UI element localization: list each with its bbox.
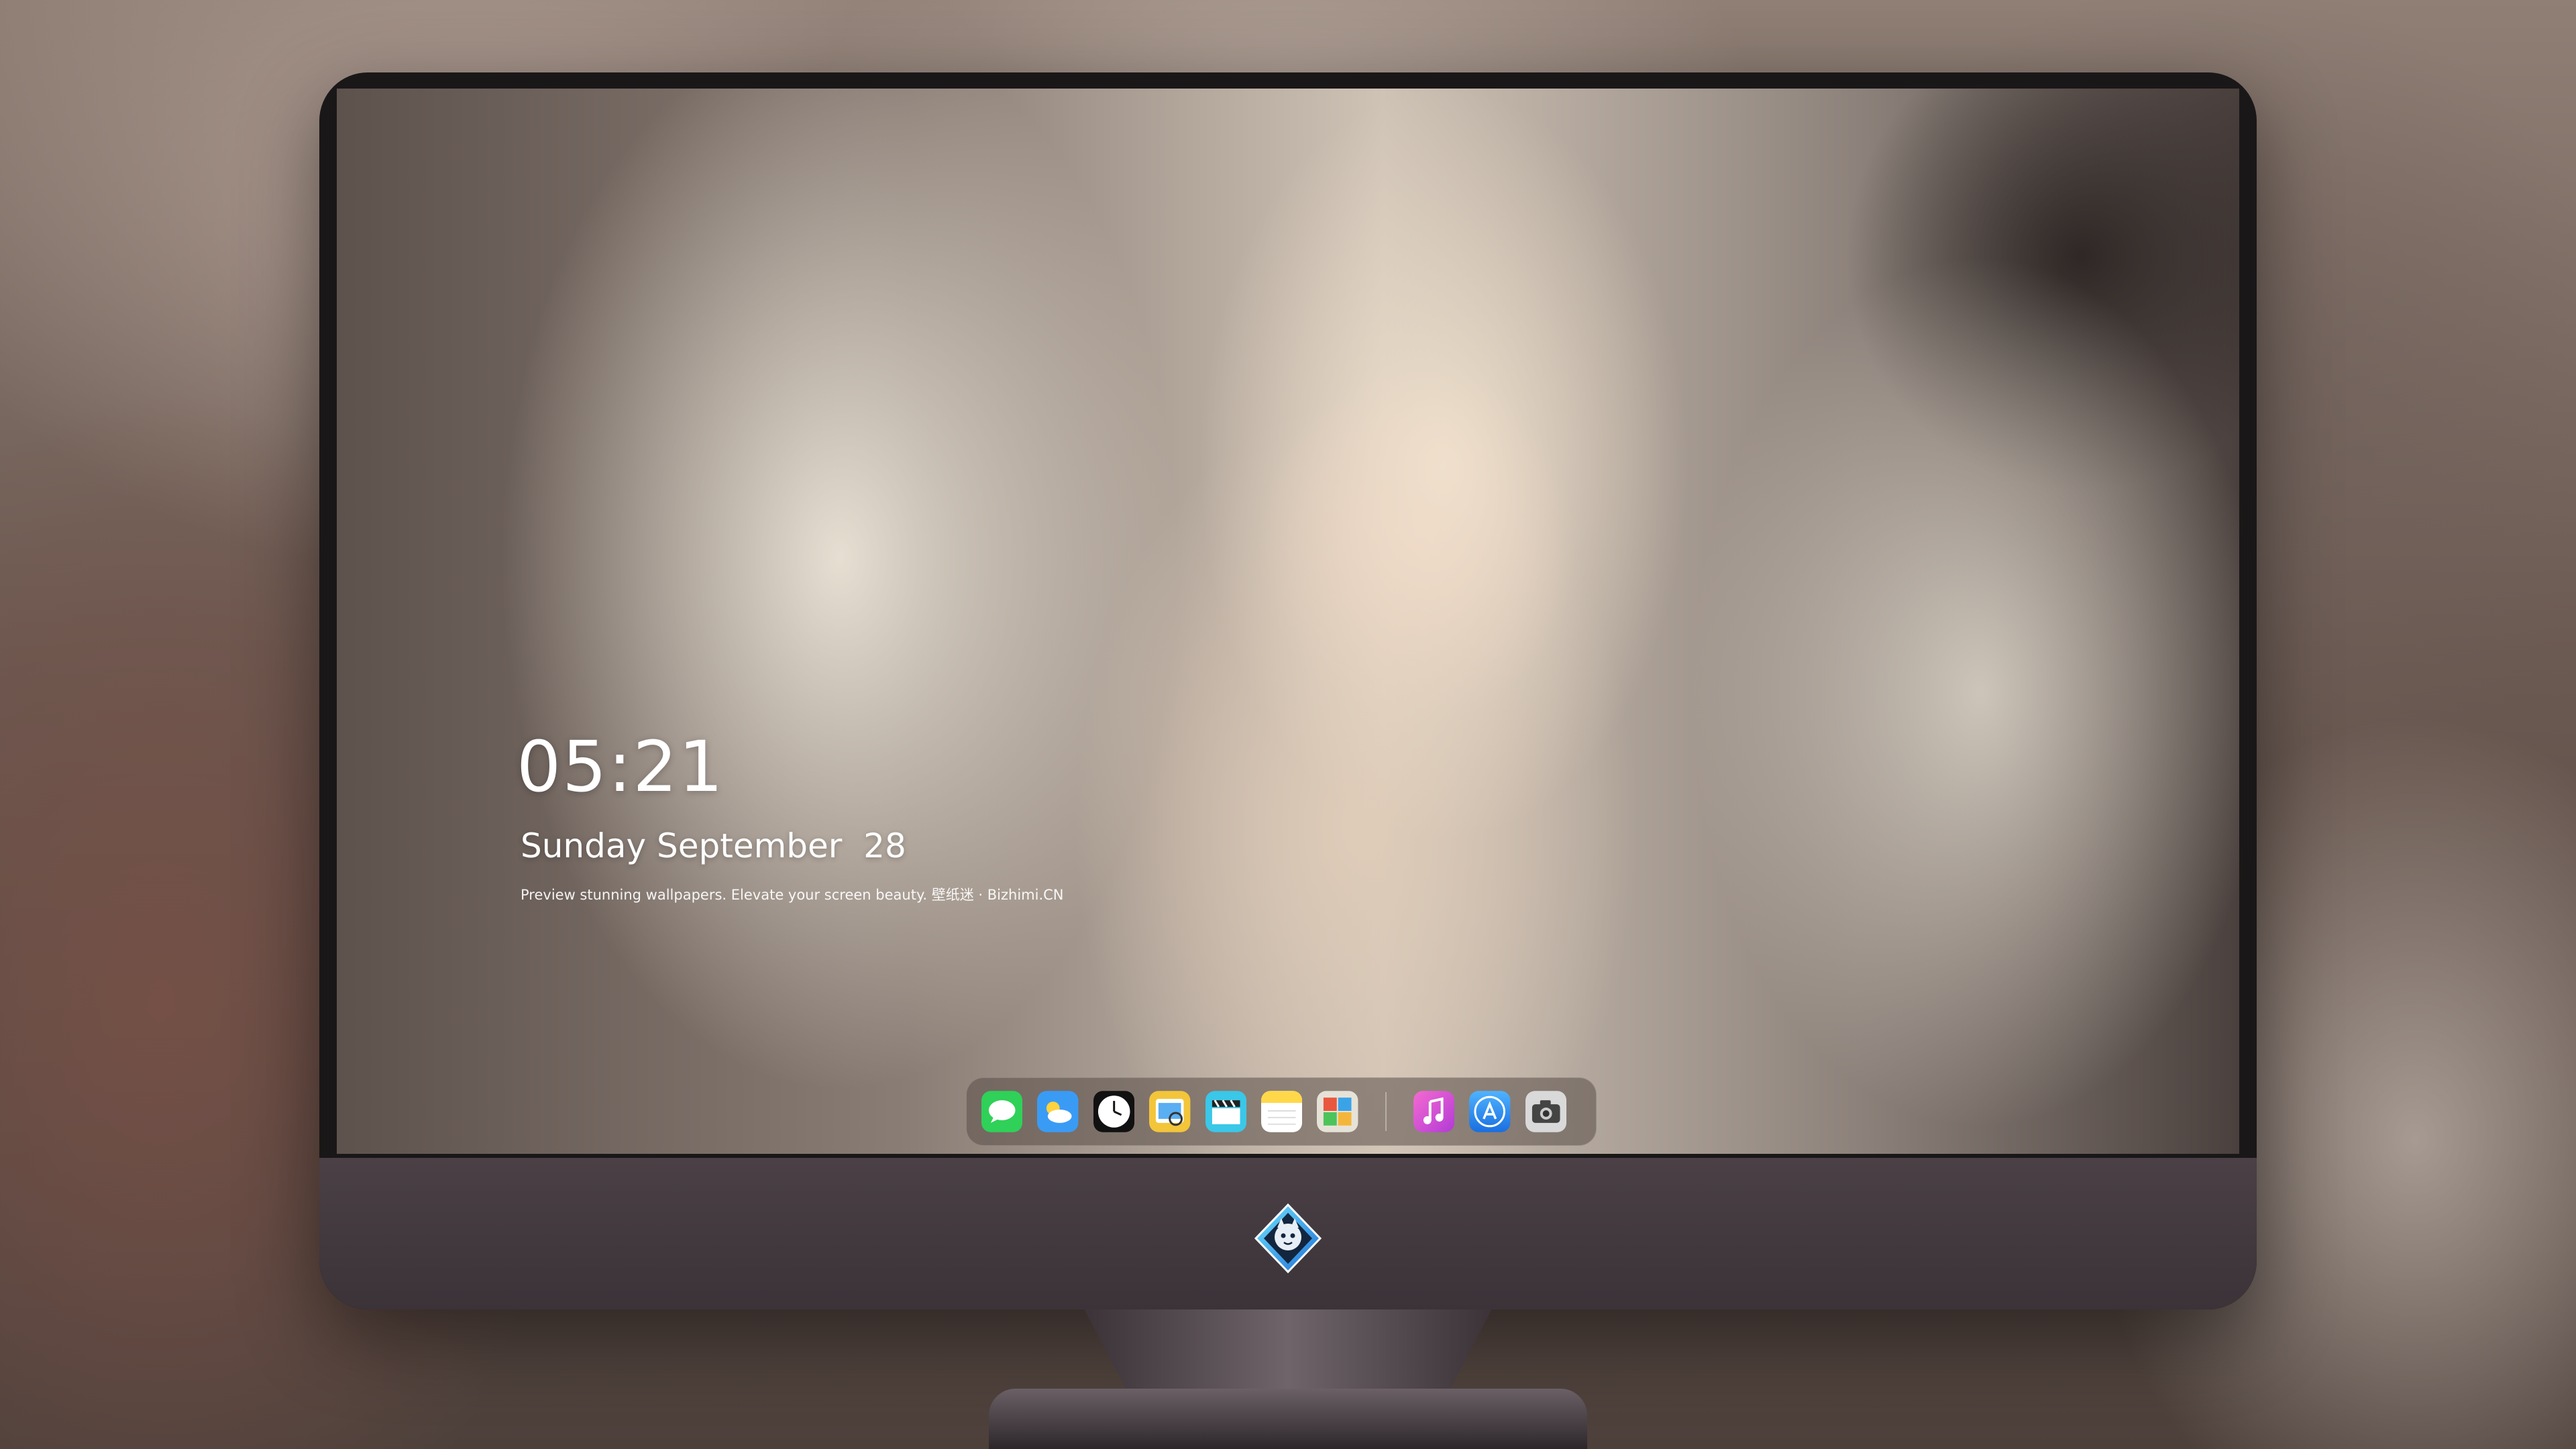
- imac-stand-neck: [1084, 1309, 1492, 1397]
- dock-separator: [1385, 1092, 1387, 1131]
- app-store-icon[interactable]: [1469, 1091, 1511, 1132]
- preview-icon[interactable]: [1149, 1091, 1191, 1132]
- clips-icon[interactable]: [1205, 1091, 1247, 1132]
- dock: [966, 1077, 1597, 1146]
- camera-icon[interactable]: [1525, 1091, 1567, 1132]
- itunes-icon[interactable]: [1413, 1091, 1455, 1132]
- clock-icon[interactable]: [1093, 1091, 1135, 1132]
- notes-icon[interactable]: [1261, 1091, 1303, 1132]
- lock-screen-time: 05:21: [517, 726, 724, 808]
- messages-icon[interactable]: [981, 1091, 1023, 1132]
- desktop-screen: 05:21 Sunday September 28 Preview stunni…: [337, 89, 2239, 1154]
- wallpaper-tagline: Preview stunning wallpapers. Elevate you…: [521, 887, 1064, 903]
- photo-booth-icon[interactable]: [1317, 1091, 1358, 1132]
- weather-icon[interactable]: [1037, 1091, 1079, 1132]
- mascot-logo-icon: [1254, 1203, 1322, 1274]
- wallpaper-portrait: [337, 89, 2239, 1154]
- lock-screen-date: Sunday September 28: [521, 826, 906, 865]
- imac-stand-base: [989, 1389, 1587, 1449]
